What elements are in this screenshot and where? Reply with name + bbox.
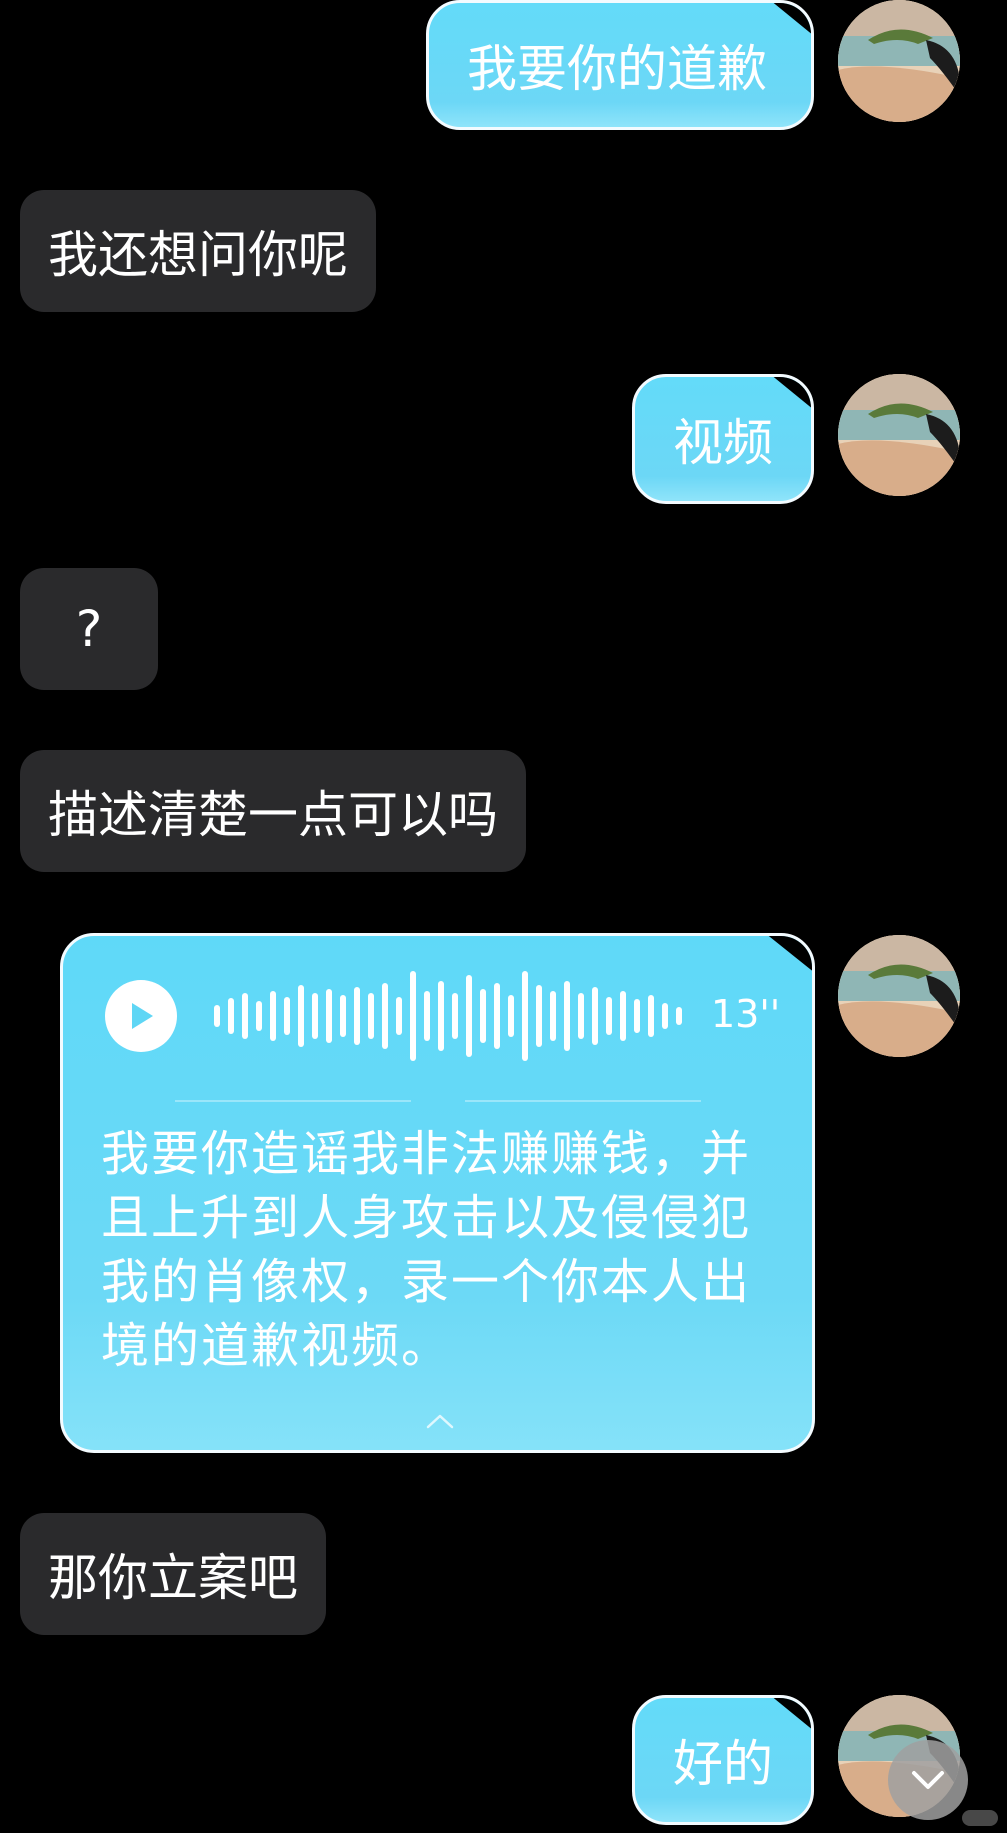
message-bubble-incoming[interactable]: 描述清楚一点可以吗 <box>20 750 526 872</box>
scroll-to-bottom-button[interactable] <box>888 1740 968 1820</box>
message-bubble-outgoing[interactable]: 好的 <box>632 1695 814 1825</box>
avatar-image <box>838 0 960 122</box>
voice-message-bubble[interactable]: 13'' 我要你造谣我非法赚赚钱，并且上升到人身攻击以及侵侵犯我的肖像权，录一个… <box>60 933 815 1453</box>
message-text: 好的 <box>673 1735 773 1793</box>
user-avatar[interactable] <box>838 374 960 496</box>
message-bubble-outgoing[interactable]: 视频 <box>632 374 814 504</box>
avatar-image <box>838 935 960 1057</box>
message-text: 我还想问你呢 <box>48 226 348 284</box>
divider <box>465 1100 701 1102</box>
message-text: 那你立案吧 <box>48 1549 298 1607</box>
play-button[interactable] <box>105 980 177 1052</box>
chevron-up-icon[interactable] <box>425 1412 455 1430</box>
chevron-down-icon <box>912 1771 944 1789</box>
message-bubble-incoming[interactable]: 我还想问你呢 <box>20 190 376 312</box>
message-text: 描述清楚一点可以吗 <box>48 786 498 844</box>
watermark-badge <box>962 1810 998 1826</box>
user-avatar[interactable] <box>838 935 960 1057</box>
message-bubble-outgoing[interactable]: 我要你的道歉 <box>426 0 814 130</box>
divider <box>175 1100 411 1102</box>
voice-transcript-text: 我要你造谣我非法赚赚钱，并且上升到人身攻击以及侵侵犯我的肖像权，录一个你本人出境… <box>101 1126 752 1374</box>
avatar-image <box>838 374 960 496</box>
message-bubble-incoming[interactable]: 那你立案吧 <box>20 1513 326 1635</box>
message-text: 视频 <box>673 414 773 472</box>
voice-duration: 13'' <box>711 992 781 1036</box>
user-avatar[interactable] <box>838 0 960 122</box>
play-icon <box>132 1003 153 1029</box>
waveform-graphic <box>214 971 682 1061</box>
message-bubble-incoming[interactable]: ? <box>20 568 158 690</box>
message-text: 我要你的道歉 <box>467 40 767 98</box>
message-text: ? <box>75 600 103 658</box>
